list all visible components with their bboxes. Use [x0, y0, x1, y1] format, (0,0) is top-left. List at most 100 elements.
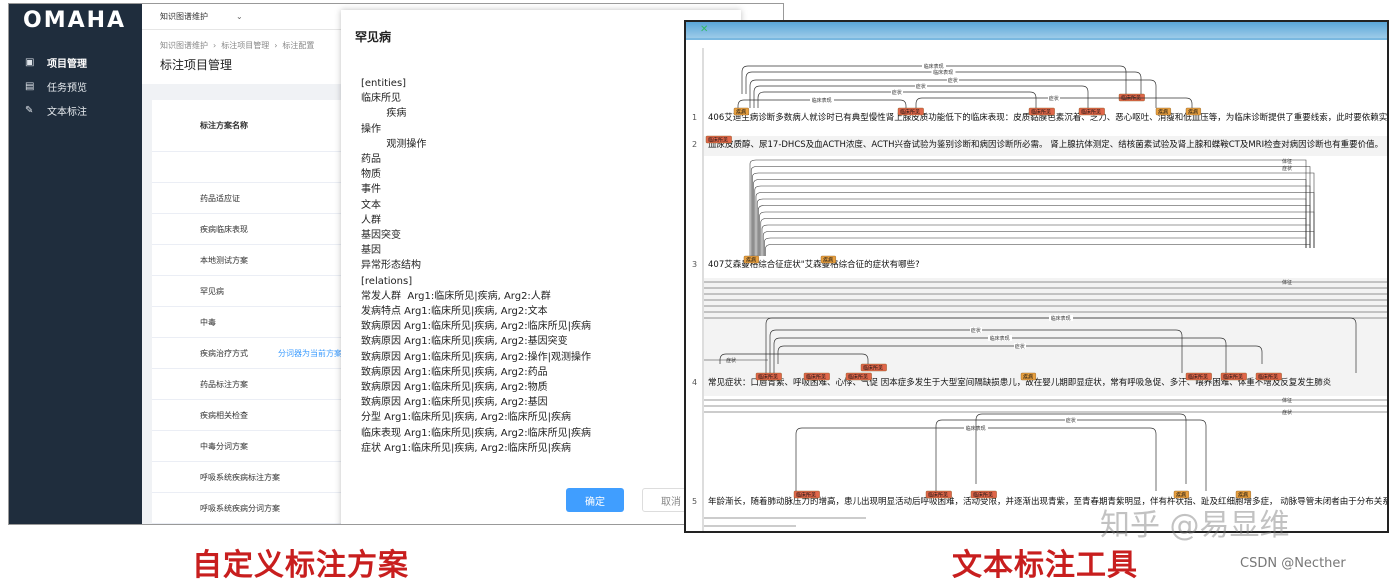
- row-name: 罕见病: [200, 286, 224, 296]
- workspace-select[interactable]: 知识图谱维护: [160, 11, 208, 22]
- sidebar-item-project-management[interactable]: ▣ 项目管理: [9, 50, 142, 74]
- sidebar-item-text-annotation[interactable]: ✎ 文本标注: [9, 98, 142, 122]
- config-line: [entities]: [361, 78, 407, 89]
- config-line: 物质: [361, 169, 381, 181]
- arc-label: 症状: [1015, 343, 1025, 350]
- arc-label: 症状: [726, 357, 736, 364]
- entity-label: 临床所见: [1258, 374, 1278, 381]
- row-name: 药品适应证: [200, 193, 240, 203]
- caption-annotation-tool: 文本标注工具: [952, 548, 1138, 583]
- scheme-config-text[interactable]: [entities] 临床所见 疾病 操作 观测操作 药品 物质 事件 文本 人群 基因突变 基因…: [361, 76, 591, 456]
- chevron-down-icon[interactable]: ⌄: [236, 12, 243, 21]
- config-line: 基因: [361, 245, 381, 257]
- sentence-text: 血尿皮质醇、尿17-DHCS及血ACTH浓度、ACTH兴奋试验为鉴别诊断和病因诊…: [708, 139, 1383, 150]
- entity-label: 临床所见: [973, 492, 993, 499]
- config-line: 观测操作: [361, 138, 427, 150]
- arc-label: 体征: [1282, 279, 1292, 286]
- csdn-credit: CSDN @Necther: [1240, 556, 1346, 571]
- arc-label: 症状: [892, 89, 902, 96]
- entity-label: 临床所见: [758, 374, 778, 381]
- entity-label: 临床所见: [796, 492, 816, 499]
- arc-label: 临床表现: [966, 425, 986, 432]
- arc-label: 症状: [971, 327, 981, 334]
- breadcrumb-separator: ›: [274, 41, 278, 50]
- config-line: 临床表现 Arg1:临床所见|疾病, Arg2:临床所见|疾病: [361, 427, 591, 439]
- config-line: 致病原因 Arg1:临床所见|疾病, Arg2:基因突变: [361, 336, 568, 348]
- row-name: 呼吸系统疾病分词方案: [200, 503, 280, 513]
- breadcrumb-item[interactable]: 知识图谱维护: [160, 41, 208, 50]
- relation-arc: [754, 185, 1311, 256]
- arc-label: 体征: [1282, 397, 1292, 404]
- breadcrumb-separator: ›: [213, 41, 217, 50]
- relation-arc: [752, 172, 1315, 256]
- row-name: 中毒: [200, 317, 216, 327]
- entity-label: 临床所见: [708, 137, 728, 144]
- config-line: 致病原因 Arg1:临床所见|疾病, Arg2:物质: [361, 382, 548, 394]
- relation-arc: [756, 198, 1307, 256]
- row-name: 疾病临床表现: [200, 224, 248, 234]
- row-name: 疾病相关检查: [200, 410, 248, 420]
- line-number: 5: [692, 497, 697, 506]
- omaha-logo: OMAHA: [23, 8, 127, 33]
- scheme-config-dialog: 罕见病 [entities] 临床所见 疾病 操作 观测操作 药品 物质 事件 文本 人群 基因…: [341, 10, 741, 524]
- config-line: 疾病: [361, 108, 407, 120]
- relation-arc: [760, 218, 1307, 256]
- entity-label: 疾病: [1158, 109, 1168, 116]
- config-line: 文本: [361, 199, 381, 211]
- config-line: 临床所见: [361, 93, 401, 105]
- annotation-canvas[interactable]: 1 406艾迪生病诊断多数病人就诊时已有典型慢性肾上腺皮质功能低下的临床表现：皮质…: [686, 48, 1389, 533]
- config-line: 致病原因 Arg1:临床所见|疾病, Arg2:临床所见|疾病: [361, 321, 591, 333]
- entity-label: 疾病: [746, 257, 756, 264]
- arc-label: 症状: [1282, 165, 1292, 172]
- entity-label: 临床所见: [900, 109, 920, 116]
- sidebar-item-label: 项目管理: [47, 58, 87, 70]
- sidebar-item-task-preview[interactable]: ▤ 任务预览: [9, 74, 142, 98]
- line-number: 1: [692, 113, 697, 122]
- row-name: 呼吸系统疾病标注方案: [200, 472, 280, 482]
- relation-arc: [764, 237, 1307, 256]
- arc-label: 症状: [1066, 417, 1076, 424]
- relation-arc: [761, 224, 1311, 256]
- set-tokenizer-link[interactable]: 分词器为当前方案: [278, 348, 342, 359]
- arc-label: 临床表现: [1051, 315, 1071, 322]
- relation-arc: [762, 231, 1315, 256]
- entity-label: 临床所见: [1081, 109, 1101, 116]
- entity-label: 临床所见: [1188, 374, 1208, 381]
- entity-label: 疾病: [736, 109, 746, 116]
- breadcrumb-item[interactable]: 标注项目管理: [221, 41, 269, 50]
- sidebar-item-label: 任务预览: [47, 82, 87, 94]
- config-line: 致病原因 Arg1:临床所见|疾病, Arg2:药品: [361, 366, 548, 378]
- sidebar-item-label: 文本标注: [47, 106, 87, 118]
- grid-icon: ▤: [25, 80, 35, 92]
- relation-arc: [749, 159, 1307, 256]
- relation-arc: [750, 166, 1311, 256]
- arc-label: 临床表现: [933, 69, 953, 76]
- dialog-title: 罕见病: [355, 30, 392, 44]
- sentence-text: 407艾森曼格综合征症状"艾森曼格综合征的症状有哪些?: [708, 259, 920, 270]
- arc-label: 症状: [916, 83, 926, 90]
- config-line: 异常形态结构: [361, 260, 421, 272]
- row-name: 疾病治疗方式: [200, 348, 248, 358]
- config-line: 发病特点 Arg1:临床所见|疾病, Arg2:文本: [361, 306, 548, 318]
- entity-label: 疾病: [1238, 492, 1248, 499]
- config-line: 基因突变: [361, 230, 401, 242]
- confirm-button[interactable]: 确定: [566, 488, 624, 512]
- arc-label: 症状: [1049, 95, 1059, 102]
- config-line: [relations]: [361, 275, 413, 287]
- row-name: 药品标注方案: [200, 379, 248, 389]
- arc-label: 体征: [1282, 158, 1292, 165]
- arc-label: 症状: [1282, 409, 1292, 416]
- breadcrumb-item[interactable]: 标注配置: [282, 41, 314, 50]
- close-icon[interactable]: ✕: [700, 24, 708, 35]
- edit-icon: ✎: [25, 104, 34, 116]
- row-name: 本地测试方案: [200, 255, 248, 265]
- entity-label: 临床所见: [1223, 374, 1243, 381]
- folder-icon: ▣: [25, 56, 35, 68]
- entity-label: 临床所见: [928, 492, 948, 499]
- arc-label: 临床表现: [990, 335, 1010, 342]
- entity-label: 疾病: [1176, 492, 1186, 499]
- config-line: 症状 Arg1:临床所见|疾病, Arg2:临床所见|疾病: [361, 442, 571, 454]
- line-number: 4: [692, 378, 697, 387]
- line-number: 3: [692, 260, 697, 269]
- config-line: 致病原因 Arg1:临床所见|疾病, Arg2:操作|观测操作: [361, 351, 591, 363]
